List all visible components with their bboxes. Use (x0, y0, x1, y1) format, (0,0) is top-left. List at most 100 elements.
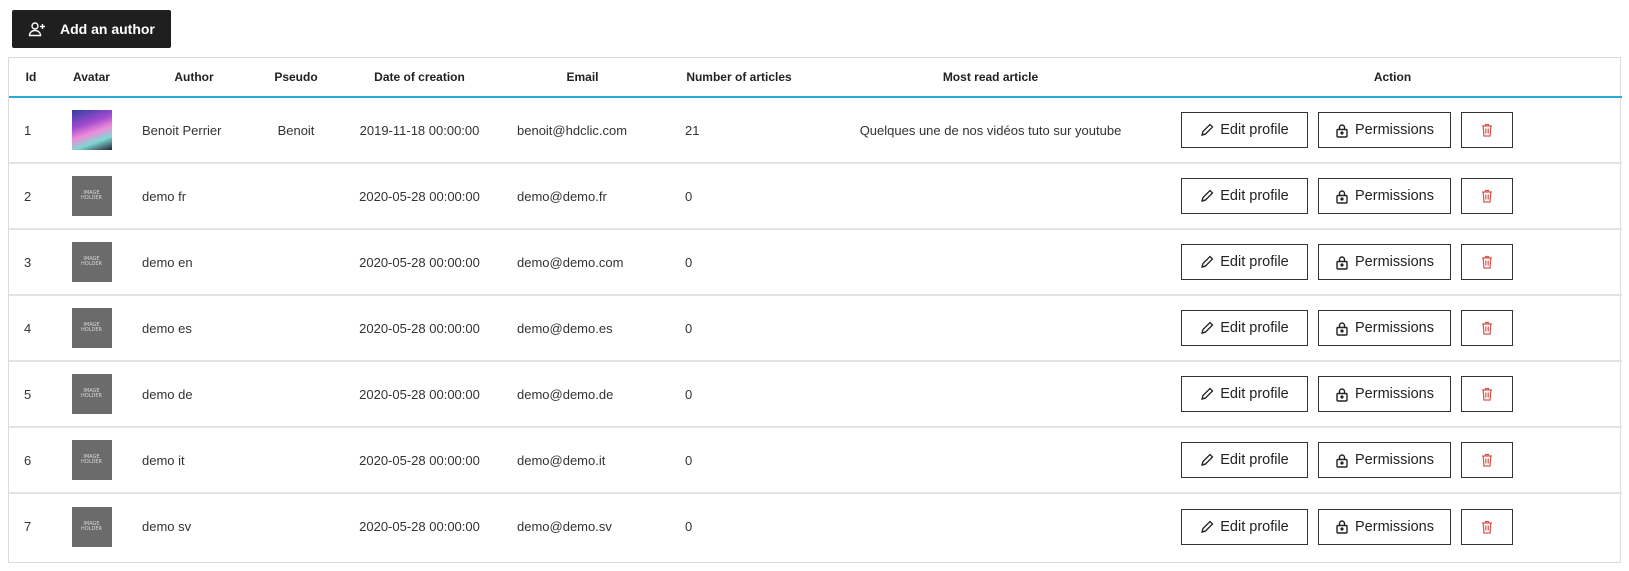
cell-most-read-article (818, 163, 1163, 229)
cell-avatar: IMAGE HOLDER (53, 163, 130, 229)
cell-email: benoit@hdclic.com (517, 122, 628, 138)
cell-most-read-article (818, 427, 1163, 493)
table-row: 3 IMAGE HOLDER demo en 2020-05-28 00:00:00 de… (9, 229, 1622, 295)
header-action: Action (1373, 70, 1412, 84)
cell-number-of-articles: 21 (685, 122, 700, 138)
cell-id: 6 (24, 452, 32, 468)
trash-icon (1481, 123, 1493, 137)
permissions-button[interactable]: Permissions (1318, 178, 1451, 214)
permissions-label: Permissions (1355, 254, 1434, 270)
cell-most-read-article (818, 229, 1163, 295)
permissions-label: Permissions (1355, 188, 1434, 204)
cell-author: demo it (142, 452, 185, 468)
cell-actions: Edit profile Permissions (1163, 229, 1622, 295)
cell-id: 3 (24, 254, 32, 270)
header-author: Author (174, 70, 214, 84)
cell-avatar: IMAGE HOLDER (53, 229, 130, 295)
cell-id: 4 (24, 320, 32, 336)
delete-button[interactable] (1461, 310, 1513, 346)
edit-profile-label: Edit profile (1220, 452, 1289, 468)
cell-date-of-creation: 2020-05-28 00:00:00 (359, 519, 480, 534)
edit-profile-label: Edit profile (1220, 518, 1289, 535)
cell-email: demo@demo.es (517, 320, 613, 336)
cell-email: demo@demo.fr (517, 188, 607, 204)
cell-id: 2 (24, 188, 32, 204)
table-row: 5 IMAGE HOLDER demo de 2020-05-28 00:00:00 de… (9, 361, 1622, 427)
user-plus-icon (28, 21, 46, 37)
cell-author: demo sv (142, 519, 192, 534)
cell-date-of-creation: 2019-11-18 00:00:00 (359, 122, 480, 138)
cell-date-of-creation: 2020-05-28 00:00:00 (359, 188, 480, 204)
cell-avatar: IMAGE HOLDER (53, 427, 130, 493)
pencil-icon (1200, 520, 1214, 534)
table-header-row: Id Avatar Author Pseudo Date of creation… (9, 58, 1622, 97)
cell-most-read-article (818, 493, 1163, 559)
edit-profile-button[interactable]: Edit profile (1181, 178, 1308, 214)
permissions-button[interactable]: Permissions (1318, 310, 1451, 346)
edit-profile-label: Edit profile (1220, 188, 1289, 204)
edit-profile-button[interactable]: Edit profile (1181, 310, 1308, 346)
cell-author: demo fr (142, 188, 187, 204)
trash-icon (1481, 321, 1493, 335)
authors-table-container: Id Avatar Author Pseudo Date of creation… (8, 57, 1622, 563)
delete-button[interactable] (1461, 244, 1513, 280)
cell-number-of-articles: 0 (685, 320, 693, 336)
cell-author: demo en (142, 254, 193, 270)
permissions-button[interactable]: Permissions (1318, 442, 1451, 478)
permissions-button[interactable]: Permissions (1318, 244, 1451, 280)
pencil-icon (1200, 255, 1214, 269)
lock-icon (1335, 189, 1349, 204)
permissions-button[interactable]: Permissions (1318, 112, 1451, 148)
header-email: Email (566, 70, 599, 84)
pencil-icon (1200, 189, 1214, 203)
avatar-placeholder: IMAGE HOLDER (71, 242, 112, 282)
trash-icon (1481, 520, 1493, 534)
avatar-placeholder: IMAGE HOLDER (71, 308, 112, 348)
edit-profile-button[interactable]: Edit profile (1181, 508, 1308, 545)
edit-profile-button[interactable]: Edit profile (1181, 244, 1308, 280)
cell-id: 5 (24, 386, 32, 402)
cell-avatar (53, 97, 130, 163)
delete-button[interactable] (1461, 112, 1513, 148)
avatar-placeholder: IMAGE HOLDER (71, 440, 112, 480)
add-author-button[interactable]: Add an author (12, 10, 171, 48)
cell-email: demo@demo.sv (517, 519, 612, 534)
header-id: Id (25, 70, 37, 84)
cell-number-of-articles: 0 (685, 452, 693, 468)
lock-icon (1335, 519, 1349, 534)
permissions-button[interactable]: Permissions (1318, 508, 1451, 545)
delete-button[interactable] (1461, 178, 1513, 214)
edit-profile-button[interactable]: Edit profile (1181, 376, 1308, 412)
cell-actions: Edit profile Permissions (1163, 295, 1622, 361)
cell-author: Benoit Perrier (142, 122, 222, 138)
cell-pseudo (258, 229, 334, 295)
delete-button[interactable] (1461, 442, 1513, 478)
cell-actions: Edit profile Permissions (1163, 427, 1622, 493)
cell-number-of-articles: 0 (685, 519, 693, 534)
edit-profile-button[interactable]: Edit profile (1181, 442, 1308, 478)
cell-email: demo@demo.de (517, 386, 614, 402)
delete-button[interactable] (1461, 508, 1513, 545)
cell-pseudo: Benoit (277, 122, 315, 138)
trash-icon (1481, 189, 1493, 203)
cell-email: demo@demo.it (517, 452, 606, 468)
cell-actions: Edit profile Permissions (1163, 361, 1622, 427)
edit-profile-button[interactable]: Edit profile (1181, 112, 1308, 148)
cell-pseudo (258, 295, 334, 361)
trash-icon (1481, 453, 1493, 467)
table-row: 6 IMAGE HOLDER demo it 2020-05-28 00:00:00 de… (9, 427, 1622, 493)
cell-number-of-articles: 0 (685, 254, 693, 270)
trash-icon (1481, 387, 1493, 401)
table-row: 2 IMAGE HOLDER demo fr 2020-05-28 00:00:00 de… (9, 163, 1622, 229)
authors-table: Id Avatar Author Pseudo Date of creation… (9, 58, 1622, 559)
cell-most-read-article (818, 295, 1163, 361)
header-most-read-article: Most read article (942, 70, 1039, 84)
permissions-label: Permissions (1355, 122, 1434, 138)
edit-profile-label: Edit profile (1220, 386, 1289, 402)
cell-id: 7 (24, 519, 32, 534)
cell-avatar: IMAGE HOLDER (53, 493, 130, 559)
permissions-button[interactable]: Permissions (1318, 376, 1451, 412)
delete-button[interactable] (1461, 376, 1513, 412)
permissions-label: Permissions (1355, 518, 1434, 535)
edit-profile-label: Edit profile (1220, 320, 1289, 336)
